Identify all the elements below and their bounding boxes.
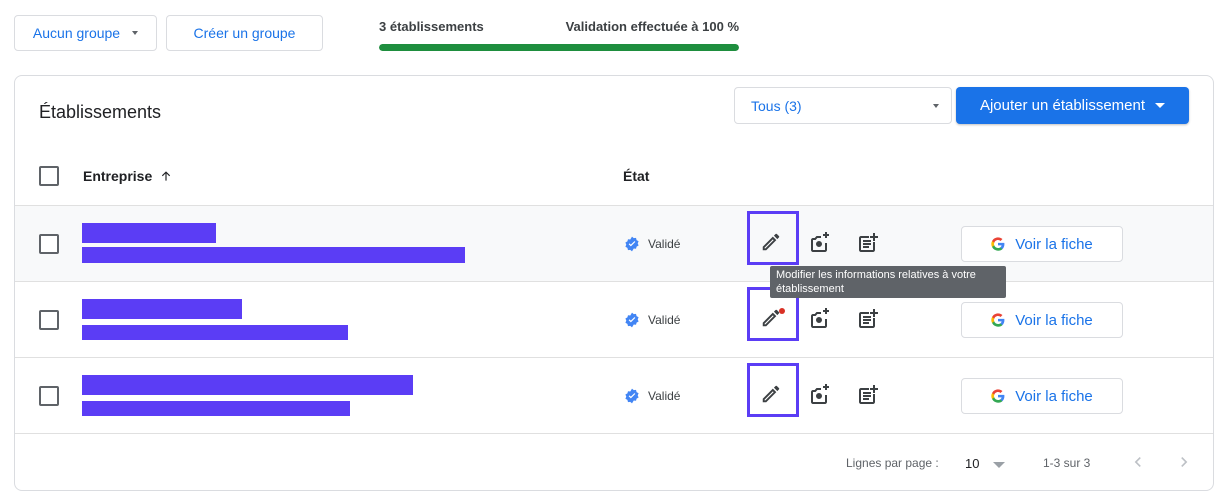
group-select-label: Aucun groupe [32,25,121,41]
add-establishment-button[interactable]: Ajouter un établissement [956,87,1189,124]
chevron-left-icon[interactable] [1128,452,1148,472]
redacted-address [82,401,350,416]
state-header: État [623,168,650,184]
progress-bar-fill [379,44,739,51]
establishments-card: Établissements Tous (3) Ajouter un établ… [14,75,1214,491]
view-listing-button[interactable]: Voir la fiche [961,302,1123,338]
redacted-address [82,325,348,340]
add-post-icon[interactable] [856,231,880,255]
filter-select-label: Tous (3) [751,97,802,114]
table-row: Validé Voir la fiche [15,282,1213,358]
status-text: Validé [648,389,681,403]
add-post-icon[interactable] [856,383,880,407]
progress-bar [379,44,739,51]
enterprise-header-label: Entreprise [83,168,153,184]
edit-icon[interactable] [760,231,782,253]
sort-enterprise-header[interactable]: Entreprise [83,168,173,184]
google-g-icon [991,389,1005,403]
table-header: Entreprise État [15,146,1213,206]
google-g-icon [991,313,1005,327]
view-listing-button[interactable]: Voir la fiche [961,226,1123,262]
view-listing-label: Voir la fiche [1015,311,1093,329]
status-badge: Validé [624,236,680,252]
caret-down-icon [933,104,939,108]
view-listing-label: Voir la fiche [1015,235,1093,253]
validation-status: Validation effectuée à 100 % [565,19,739,34]
redacted-address [82,247,465,263]
arrow-up-icon [162,171,171,181]
redacted-name [82,299,242,319]
caret-down-icon [132,31,139,35]
page-range: 1-3 sur 3 [1043,456,1091,470]
notification-dot [779,308,785,314]
redacted-name [82,223,216,243]
chevron-right-icon[interactable] [1174,452,1194,472]
view-listing-label: Voir la fiche [1015,387,1093,405]
validation-progress: 3 établissements Validation effectuée à … [379,19,739,51]
redacted-name [82,375,413,395]
row-checkbox[interactable] [39,234,59,254]
add-photo-icon[interactable] [808,383,832,407]
filter-select[interactable]: Tous (3) [734,87,952,124]
view-listing-button[interactable]: Voir la fiche [961,378,1123,414]
add-post-icon[interactable] [856,307,880,331]
pagination: Lignes par page : 10 1-3 sur 3 [15,434,1213,490]
add-photo-icon[interactable] [808,231,832,255]
create-group-label: Créer un groupe [193,25,296,41]
card-title: Établissements [39,102,162,122]
edit-tooltip: Modifier les informations relatives à vo… [770,266,1006,298]
status-badge: Validé [624,388,680,404]
table-row: Validé Voir la fiche [15,358,1213,434]
verified-icon [625,236,639,252]
status-badge: Validé [624,312,680,328]
verified-icon [625,312,639,328]
row-checkbox[interactable] [39,386,59,406]
select-all-checkbox[interactable] [39,166,59,186]
status-text: Validé [648,313,681,327]
group-select[interactable]: Aucun groupe [14,15,157,51]
verified-icon [625,388,639,404]
rows-per-page-select[interactable]: 10 [965,456,979,471]
status-text: Validé [648,237,681,251]
establishments-count: 3 établissements [379,19,484,34]
google-g-icon [991,237,1005,251]
caret-down-icon[interactable] [993,462,1005,468]
table-row: Validé Voir la fiche [15,206,1213,282]
rows-per-page-label: Lignes par page : [846,456,939,470]
row-checkbox[interactable] [39,310,59,330]
edit-icon[interactable] [760,383,782,405]
create-group-button[interactable]: Créer un groupe [166,15,323,51]
add-establishment-label: Ajouter un établissement [979,97,1146,114]
add-photo-icon[interactable] [808,307,832,331]
caret-down-icon [1155,103,1166,108]
